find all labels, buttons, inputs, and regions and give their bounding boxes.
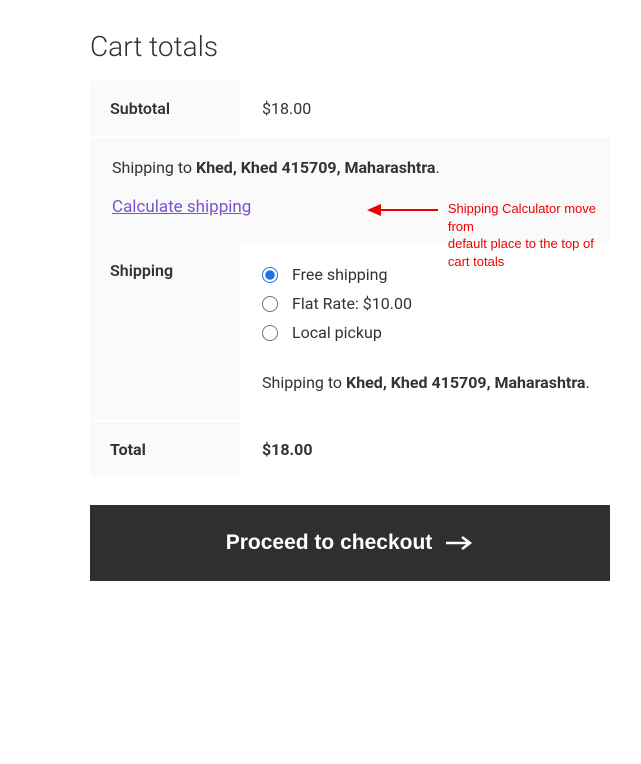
shipping-option-free-label: Free shipping <box>292 265 388 284</box>
total-label: Total <box>90 422 240 477</box>
total-row: Total $18.00 <box>90 422 610 479</box>
subtotal-row: Subtotal $18.00 <box>90 81 610 138</box>
shipping-destination-repeat: Shipping to Khed, Khed 415709, Maharasht… <box>262 370 590 396</box>
shipping-option-pickup[interactable]: Local pickup <box>262 323 590 342</box>
shipping-radio-free[interactable] <box>262 267 278 283</box>
shipping-dest-prefix: Shipping to <box>262 373 346 392</box>
checkout-button-label: Proceed to checkout <box>226 531 433 555</box>
proceed-to-checkout-button[interactable]: Proceed to checkout <box>90 505 610 581</box>
shipping-radio-pickup[interactable] <box>262 325 278 341</box>
cart-totals-heading: Cart totals <box>90 30 610 63</box>
shipping-option-pickup-label: Local pickup <box>292 323 382 342</box>
total-value: $18.00 <box>240 422 610 477</box>
shipping-to-prefix: Shipping to <box>112 158 196 177</box>
shipping-to-suffix: . <box>436 158 440 177</box>
subtotal-value: $18.00 <box>240 81 610 136</box>
shipping-radio-flat[interactable] <box>262 296 278 312</box>
shipping-to-text: Shipping to Khed, Khed 415709, Maharasht… <box>112 158 588 177</box>
shipping-option-flat-label: Flat Rate: <box>292 294 363 313</box>
shipping-option-flat-price: $10.00 <box>363 294 412 313</box>
arrow-right-icon <box>446 536 474 550</box>
shipping-row: Shipping Free shipping Flat Rate: $10.00… <box>90 243 610 422</box>
shipping-dest-value: Khed, Khed 415709, Maharashtra <box>346 373 585 392</box>
shipping-dest-suffix: . <box>586 373 590 392</box>
annotation-line1: Shipping Calculator move from <box>448 201 596 234</box>
shipping-option-flat[interactable]: Flat Rate: $10.00 <box>262 294 590 313</box>
arrow-annotation-icon <box>367 200 438 220</box>
shipping-options: Free shipping Flat Rate: $10.00 Local pi… <box>240 243 610 420</box>
shipping-destination: Khed, Khed 415709, Maharashtra <box>196 158 435 177</box>
calculate-shipping-link[interactable]: Calculate shipping <box>112 197 251 217</box>
shipping-label: Shipping <box>90 243 240 420</box>
subtotal-label: Subtotal <box>90 81 240 136</box>
shipping-calculator-block: Shipping to Khed, Khed 415709, Maharasht… <box>90 138 610 243</box>
shipping-option-free[interactable]: Free shipping <box>262 265 590 284</box>
